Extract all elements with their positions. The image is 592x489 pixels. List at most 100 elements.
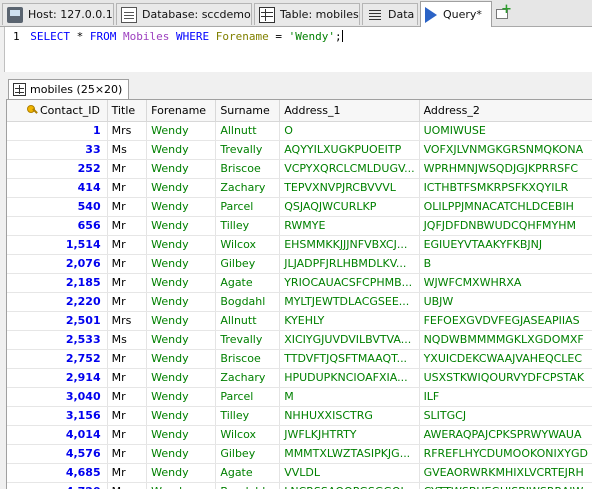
table-row[interactable]: 2,185 Mr Wendy Agate YRIOCAUACSFCPHMB... WJWF… bbox=[7, 273, 592, 293]
cell-address-2[interactable]: ICTHBTFSMKRPSFKXQYILR bbox=[419, 178, 592, 198]
cell-address-2[interactable]: VOFXJLVNMGKGRSNMQKONA bbox=[419, 140, 592, 160]
cell-address-2[interactable]: OLILPPJMNACATCHLDCEBIH bbox=[419, 197, 592, 217]
cell-surname[interactable]: Gilbey bbox=[215, 254, 281, 274]
cell-forename[interactable]: Wendy bbox=[146, 235, 217, 255]
cell-forename[interactable]: Wendy bbox=[146, 178, 217, 198]
cell-surname[interactable]: Allnutt bbox=[215, 121, 281, 141]
table-row[interactable]: 414 Mr Wendy Zachary TEPVXNVPJRCBVVVL ICTHBTF… bbox=[7, 178, 592, 198]
table-row[interactable]: 4,576 Mr Wendy Gilbey MMMTXLWZTASIPKJG... RFR… bbox=[7, 444, 592, 464]
cell-address-2[interactable]: USXSTKWIQOURVYDFCPSTAK bbox=[419, 368, 592, 388]
cell-title[interactable]: Mr bbox=[107, 178, 148, 198]
cell-surname[interactable]: Agate bbox=[215, 463, 281, 483]
cell-address-2[interactable]: JQFJDFDNBWUDCQHFMYHM bbox=[419, 216, 592, 236]
cell-forename[interactable]: Wendy bbox=[146, 444, 217, 464]
cell-address-2[interactable]: EGIUEYVTAAKYFKBJNJ bbox=[419, 235, 592, 255]
col-header-title[interactable]: Title bbox=[107, 100, 148, 122]
table-row[interactable]: 252 Mr Wendy Briscoe VCPYXQRCLCMLDUGV... WPRH… bbox=[7, 159, 592, 179]
cell-contact-id[interactable]: 1 bbox=[7, 121, 108, 141]
cell-forename[interactable]: Wendy bbox=[146, 254, 217, 274]
cell-contact-id[interactable]: 2,076 bbox=[7, 254, 108, 274]
table-row[interactable]: 2,914 Mr Wendy Zachary HPUDUPKNCIOAFXIA... US… bbox=[7, 368, 592, 388]
table-row[interactable]: 2,752 Mr Wendy Briscoe TTDVFTJQSFTMAAQT... YX… bbox=[7, 349, 592, 369]
table-row[interactable]: 2,533 Ms Wendy Trevally XICIYGJUVDVILBVTVA..… bbox=[7, 330, 592, 350]
cell-surname[interactable]: Bogdahl bbox=[215, 292, 281, 312]
table-row[interactable]: 3,156 Mr Wendy Tilley NHHUXXISCTRG SLITGCJ bbox=[7, 406, 592, 426]
cell-address-2[interactable]: RFREFLHYCDUMOOKONIXYGD bbox=[419, 444, 592, 464]
sql-editor[interactable]: 1 SELECT * FROM Mobiles WHERE Forename =… bbox=[4, 27, 592, 72]
cell-surname[interactable]: Wilcox bbox=[215, 425, 281, 445]
cell-surname[interactable]: Tilley bbox=[215, 406, 281, 426]
cell-forename[interactable]: Wendy bbox=[146, 140, 217, 160]
cell-address-2[interactable]: ILF bbox=[419, 387, 592, 407]
cell-address-1[interactable]: M bbox=[279, 387, 420, 407]
cell-surname[interactable]: Parcel bbox=[215, 387, 281, 407]
cell-surname[interactable]: Trevally bbox=[215, 140, 281, 160]
cell-contact-id[interactable]: 2,533 bbox=[7, 330, 108, 350]
cell-surname[interactable]: Tilley bbox=[215, 216, 281, 236]
cell-address-1[interactable]: KYEHLY bbox=[279, 311, 420, 331]
cell-address-2[interactable]: SLITGCJ bbox=[419, 406, 592, 426]
cell-address-1[interactable]: NHHUXXISCTRG bbox=[279, 406, 420, 426]
cell-surname[interactable]: Zachary bbox=[215, 178, 281, 198]
cell-address-1[interactable]: MMMTXLWZTASIPKJG... bbox=[279, 444, 420, 464]
cell-address-1[interactable]: VCPYXQRCLCMLDUGV... bbox=[279, 159, 420, 179]
table-row[interactable]: 4,685 Mr Wendy Agate VVLDL GVEAORWRKMHIXLVCRT… bbox=[7, 463, 592, 483]
cell-title[interactable]: Mr bbox=[107, 444, 148, 464]
cell-forename[interactable]: Wendy bbox=[146, 197, 217, 217]
table-row[interactable]: 540 Mr Wendy Parcel QSJAQJWCURLKP OLILPPJMNAC… bbox=[7, 197, 592, 217]
table-row[interactable]: 3,040 Mr Wendy Parcel M ILF bbox=[7, 387, 592, 407]
cell-address-1[interactable]: JWFLKJHTRTY bbox=[279, 425, 420, 445]
cell-forename[interactable]: Wendy bbox=[146, 216, 217, 236]
cell-surname[interactable]: Briscoe bbox=[215, 159, 281, 179]
cell-contact-id[interactable]: 3,156 bbox=[7, 406, 108, 426]
col-header-contact-id[interactable]: Contact_ID bbox=[7, 100, 108, 122]
cell-title[interactable]: Mr bbox=[107, 197, 148, 217]
cell-title[interactable]: Mr bbox=[107, 368, 148, 388]
cell-contact-id[interactable]: 4,576 bbox=[7, 444, 108, 464]
col-header-address-2[interactable]: Address_2 bbox=[419, 100, 592, 122]
cell-address-1[interactable]: VVLDL bbox=[279, 463, 420, 483]
cell-forename[interactable]: Wendy bbox=[146, 121, 217, 141]
cell-title[interactable]: Mr bbox=[107, 349, 148, 369]
cell-contact-id[interactable]: 414 bbox=[7, 178, 108, 198]
cell-contact-id[interactable]: 4,014 bbox=[7, 425, 108, 445]
cell-title[interactable]: Mr bbox=[107, 292, 148, 312]
cell-title[interactable]: Mr bbox=[107, 463, 148, 483]
cell-surname[interactable]: Gilbey bbox=[215, 444, 281, 464]
cell-surname[interactable]: Parcel bbox=[215, 197, 281, 217]
cell-title[interactable]: Mr bbox=[107, 235, 148, 255]
cell-contact-id[interactable]: 2,501 bbox=[7, 311, 108, 331]
cell-surname[interactable]: Wilcox bbox=[215, 235, 281, 255]
cell-title[interactable]: Mrs bbox=[107, 121, 148, 141]
cell-address-2[interactable]: UBJW bbox=[419, 292, 592, 312]
cell-title[interactable]: Mr bbox=[107, 273, 148, 293]
cell-forename[interactable]: Wendy bbox=[146, 349, 217, 369]
cell-title[interactable]: Mr bbox=[107, 387, 148, 407]
col-header-forename[interactable]: Forename bbox=[146, 100, 217, 122]
result-grid[interactable]: Contact_ID Title Forename Surname Addres… bbox=[6, 99, 592, 489]
cell-forename[interactable]: Wendy bbox=[146, 406, 217, 426]
cell-surname[interactable]: Briscoe bbox=[215, 349, 281, 369]
cell-contact-id[interactable]: 2,752 bbox=[7, 349, 108, 369]
cell-address-1[interactable]: QSJAQJWCURLKP bbox=[279, 197, 420, 217]
cell-title[interactable]: Mr bbox=[107, 216, 148, 236]
cell-contact-id[interactable]: 33 bbox=[7, 140, 108, 160]
cell-surname[interactable]: Agate bbox=[215, 273, 281, 293]
cell-forename[interactable]: Wendy bbox=[146, 311, 217, 331]
tab-data[interactable]: Data bbox=[362, 3, 418, 25]
cell-forename[interactable]: Wendy bbox=[146, 330, 217, 350]
col-header-address-1[interactable]: Address_1 bbox=[279, 100, 420, 122]
cell-address-1[interactable]: HPUDUPKNCIOAFXIA... bbox=[279, 368, 420, 388]
cell-title[interactable]: Mr bbox=[107, 254, 148, 274]
cell-title[interactable]: Ms bbox=[107, 330, 148, 350]
cell-surname[interactable]: Allnutt bbox=[215, 311, 281, 331]
cell-address-2[interactable]: YXUICDEKCWAAJVAHEQCLEC bbox=[419, 349, 592, 369]
cell-surname[interactable]: Trevally bbox=[215, 330, 281, 350]
tab-table[interactable]: Table: mobiles bbox=[254, 3, 360, 25]
cell-forename[interactable]: Wendy bbox=[146, 159, 217, 179]
table-row[interactable]: 1,514 Mr Wendy Wilcox EHSMMKKJJJNFVBXCJ... EG… bbox=[7, 235, 592, 255]
cell-contact-id[interactable]: 656 bbox=[7, 216, 108, 236]
cell-forename[interactable]: Wendy bbox=[146, 292, 217, 312]
table-row[interactable]: 4,014 Mr Wendy Wilcox JWFLKJHTRTY AWERAQPAJCP… bbox=[7, 425, 592, 445]
cell-title[interactable]: Mr bbox=[107, 159, 148, 179]
